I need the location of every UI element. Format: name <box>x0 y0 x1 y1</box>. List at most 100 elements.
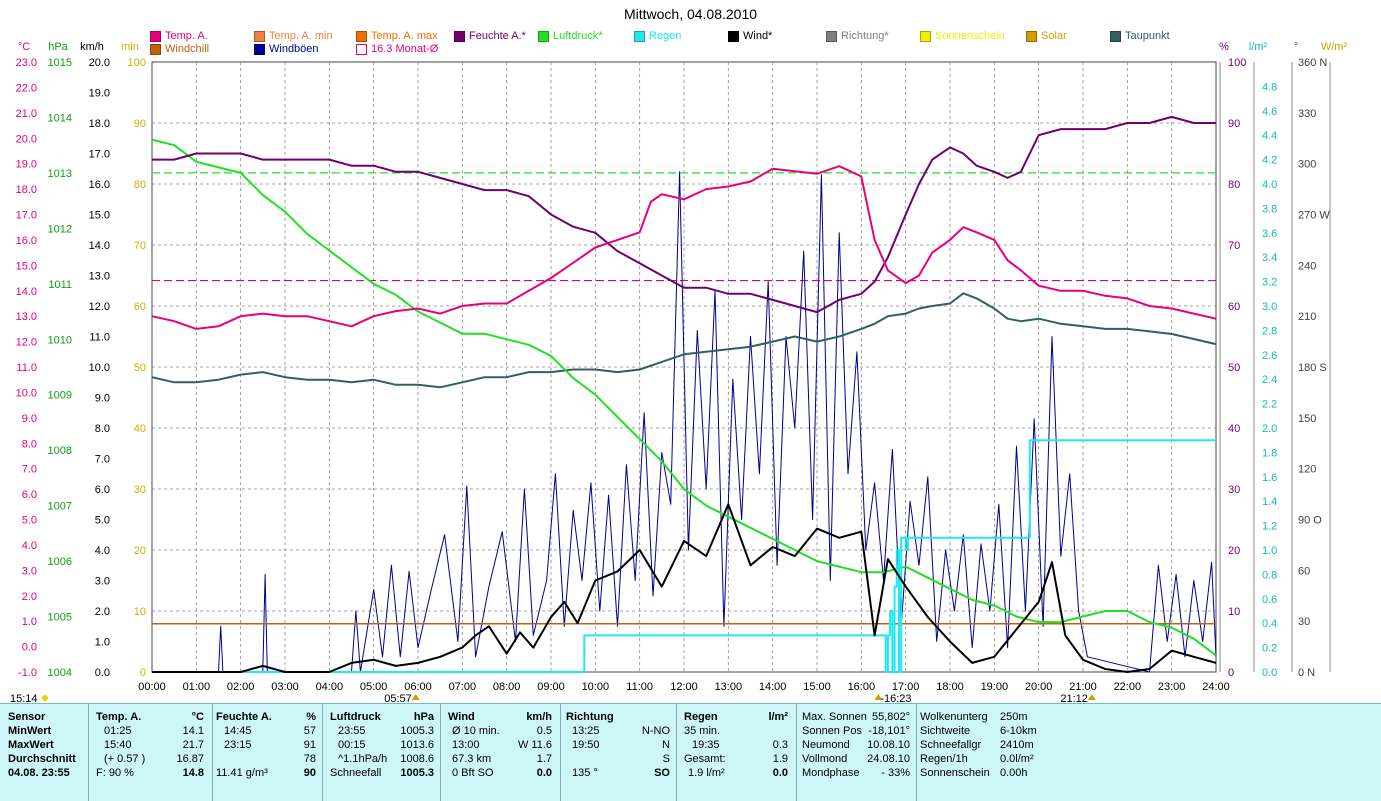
temp-axis-tick-label: 3.0 <box>22 565 37 577</box>
temp-min-value: 14.1 <box>182 725 204 737</box>
sunset-icon <box>1087 694 1096 700</box>
rain-axis-tick-label: 1.8 <box>1262 447 1277 459</box>
wind-axis-tick-label: 10.0 <box>89 362 110 374</box>
axis-unit-label: W/m² <box>1321 41 1348 53</box>
minutes-axis-tick-label: 30 <box>134 484 146 496</box>
x-tick-label: 02:00 <box>227 681 255 693</box>
pressure-axis-tick-label: 1012 <box>48 223 72 235</box>
direction-axis-tick-label: 180 S <box>1298 362 1327 374</box>
wind-axis-tick-label: 2.0 <box>95 606 110 618</box>
wind-axis-tick-label: 20.0 <box>89 57 110 69</box>
temp-axis-tick-label: 4.0 <box>22 540 37 552</box>
left-time-label: 15:14 <box>10 693 38 703</box>
x-tick-label: 20:00 <box>1025 681 1053 693</box>
pressure-axis-tick-label: 1013 <box>48 168 72 180</box>
wind-axis-tick-label: 7.0 <box>95 454 110 466</box>
humidity-max-value: 91 <box>303 739 316 751</box>
pressure-min-value: 1005.3 <box>400 725 434 737</box>
temp-min-time: 01:25 <box>104 725 132 737</box>
misc-label: Sichtweite <box>920 725 971 737</box>
humidity-axis-tick-label: 40 <box>1228 423 1240 435</box>
rain-axis-tick-label: 0.8 <box>1262 569 1277 581</box>
temp-axis-tick-label: 5.0 <box>22 515 37 527</box>
pressure-axis-tick-label: 1014 <box>48 112 72 124</box>
direction-axis-tick-label: 240 <box>1298 260 1316 272</box>
minutes-axis-tick-label: 50 <box>134 362 146 374</box>
pressure-axis-tick-label: 1015 <box>48 57 72 69</box>
minutes-axis-tick-label: 90 <box>134 118 146 130</box>
humidity-min-time: 14:45 <box>224 725 252 737</box>
rain-axis-tick-label: 2.8 <box>1262 325 1277 337</box>
x-tick-label: 03:00 <box>271 681 299 693</box>
rain-axis-tick-label: 4.4 <box>1262 130 1277 142</box>
temp-axis-tick-label: 15.0 <box>16 260 37 272</box>
rain-axis-tick-label: 2.0 <box>1262 423 1277 435</box>
sun-icon <box>42 695 48 701</box>
temp-axis-tick-label: 19.0 <box>16 159 37 171</box>
pressure-axis-tick-label: 1004 <box>48 667 72 679</box>
temp-axis-tick-label: 6.0 <box>22 489 37 501</box>
humidity-column: Feuchte A.% 14:45 57 23:15 91 78 11.41 g/m… <box>216 710 316 798</box>
x-tick-label: 05:00 <box>360 681 388 693</box>
wind-max-time: 13:00 <box>452 739 480 751</box>
direction-axis-tick-label: 300 <box>1298 159 1316 171</box>
x-tick-label: 19:00 <box>981 681 1009 693</box>
axis-unit-label: km/h <box>80 41 104 53</box>
temp-axis-tick-label: 18.0 <box>16 184 37 196</box>
direction-axis-tick-label: 360 N <box>1298 57 1327 69</box>
rain-axis-tick-label: 4.8 <box>1262 81 1277 93</box>
time-markers: 05:57 21:12 -16:23 15:14 <box>10 693 1096 703</box>
axis-unit-label: min <box>121 41 139 53</box>
x-tick-label: 10:00 <box>582 681 610 693</box>
minutes-axis-tick-label: 70 <box>134 240 146 252</box>
wind-axis-tick-label: 0.0 <box>95 667 110 679</box>
wind-run: 67.3 km <box>452 753 492 765</box>
axis-unit-label: ° <box>1294 41 1298 53</box>
temp-axis-tick-label: 11.0 <box>16 362 37 374</box>
x-tick-label: 01:00 <box>183 681 211 693</box>
humidity-axis-tick-label: 50 <box>1228 362 1240 374</box>
misc-value: 2410m <box>1000 739 1034 751</box>
minutes-axis-tick-label: 20 <box>134 545 146 557</box>
rain-axis-tick-label: 2.4 <box>1262 374 1277 386</box>
misc-column: Wolkenunterg 250m Sichtweite 6-10km Schnee… <box>920 710 1037 798</box>
x-tick-label: 08:00 <box>493 681 521 693</box>
misc-label: Schneefallgr <box>920 739 982 751</box>
pressure-axis-tick-label: 1007 <box>48 501 72 513</box>
humidity-abs: 11.41 g/m³ <box>216 767 268 779</box>
wind-axis-tick-label: 3.0 <box>95 576 110 588</box>
x-tick-label: 23:00 <box>1158 681 1186 693</box>
x-tick-label: 21:00 <box>1069 681 1097 693</box>
direction-axis-tick-label: 0 N <box>1298 667 1315 679</box>
temp-axis-tick-label: 9.0 <box>22 413 37 425</box>
wind-current-value: 0.0 <box>536 767 552 779</box>
sun-value: 24.08.10 <box>867 753 910 765</box>
wind-axis-tick-label: 11.0 <box>89 332 110 344</box>
temp-axis-tick-label: 8.0 <box>22 438 37 450</box>
x-tick-label: 13:00 <box>715 681 743 693</box>
humidity-unit: % <box>306 711 316 723</box>
temp-unit: °C <box>191 711 204 723</box>
minutes-axis-tick-label: 0 <box>140 667 146 679</box>
sunset-time-label: 21:12 <box>1060 693 1088 703</box>
direction-axis-tick-label: 210 <box>1298 311 1316 323</box>
sun-label: Mondphase <box>802 767 860 779</box>
temp-axis-tick-label: -1.0 <box>18 667 37 679</box>
wind-axis-tick-label: 19.0 <box>89 88 110 100</box>
wind-axis-tick-label: 16.0 <box>89 179 110 191</box>
sunrise-icon <box>411 694 420 700</box>
direction-column: Richtung 13:25 N-NO 19:50 N S 135 ° SO <box>566 710 670 798</box>
rain-total-label: Gesamt: <box>684 753 726 765</box>
temp-axis-tick-label: 17.0 <box>16 210 37 222</box>
minutes-axis-tick-label: 80 <box>134 179 146 191</box>
misc-value: 250m <box>1000 711 1028 723</box>
rain-head: Regen <box>684 711 718 723</box>
sun-value: -18,101° <box>868 725 910 737</box>
wind-bft: 0 Bft SO <box>452 767 494 779</box>
wind-unit: km/h <box>526 711 552 723</box>
temp-current-value: 14.8 <box>182 767 204 779</box>
temp-axis-tick-label: 0.0 <box>22 642 37 654</box>
temp-axis-tick-label: 12.0 <box>16 337 37 349</box>
temp-axis-tick-label: 2.0 <box>22 591 37 603</box>
direction-axis-tick-label: 150 <box>1298 413 1316 425</box>
